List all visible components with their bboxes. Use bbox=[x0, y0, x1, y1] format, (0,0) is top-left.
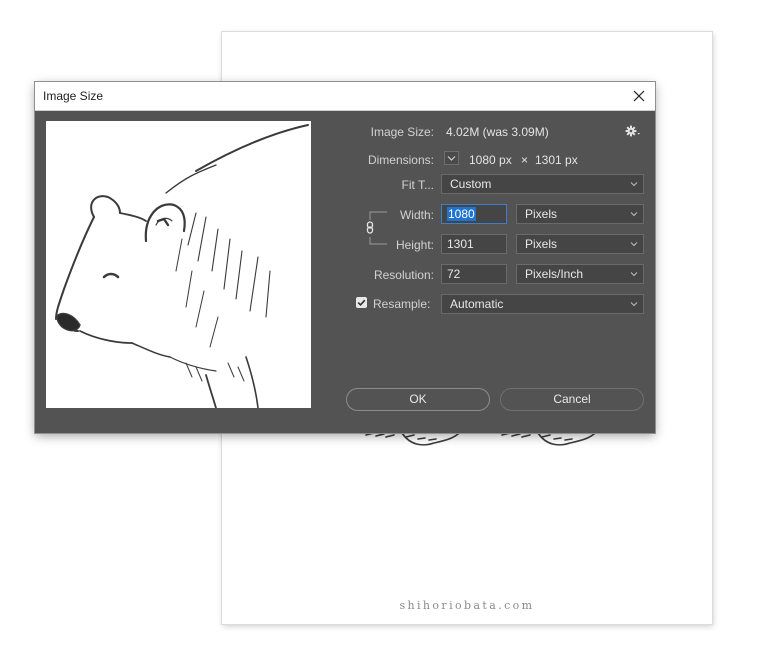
ok-button[interactable]: OK bbox=[346, 388, 490, 411]
dimensions-toggle[interactable] bbox=[444, 151, 459, 165]
resample-value: Automatic bbox=[450, 297, 504, 311]
fit-to-label: Fit T... bbox=[401, 178, 434, 192]
dimensions-label: Dimensions: bbox=[367, 153, 434, 167]
fit-to-dropdown[interactable]: Custom bbox=[441, 174, 644, 194]
height-unit: Pixels bbox=[525, 237, 558, 251]
width-unit: Pixels bbox=[525, 207, 558, 221]
height-input[interactable]: 1301 bbox=[441, 234, 507, 254]
height-value: 1301 bbox=[447, 237, 474, 251]
cancel-button[interactable]: Cancel bbox=[500, 388, 644, 411]
resolution-value: 72 bbox=[447, 267, 461, 281]
bear-paws-sketch bbox=[365, 427, 602, 446]
chevron-down-icon bbox=[630, 212, 638, 217]
height-unit-dropdown[interactable]: Pixels bbox=[516, 234, 644, 254]
checkmark-icon bbox=[357, 299, 366, 307]
chevron-down-icon bbox=[630, 242, 638, 247]
resample-dropdown[interactable]: Automatic bbox=[441, 294, 644, 314]
watermark-credit: shihoriobata.com bbox=[399, 599, 535, 612]
resolution-unit-dropdown[interactable]: Pixels/Inch bbox=[516, 264, 644, 284]
image-size-dialog: Image Size Image Size: 4.02M (was 3.09M)… bbox=[35, 82, 655, 433]
chevron-down-icon bbox=[630, 272, 638, 277]
resample-checkbox[interactable] bbox=[356, 297, 367, 308]
resolution-label: Resolution: bbox=[373, 268, 434, 282]
width-input[interactable]: 1080 bbox=[441, 204, 507, 224]
polar-bear-sketch bbox=[55, 124, 309, 408]
dimensions-height: 1301 px bbox=[535, 153, 578, 167]
resolution-unit: Pixels/Inch bbox=[525, 267, 584, 281]
dimensions-separator: × bbox=[521, 153, 529, 167]
width-value: 1080 bbox=[447, 207, 476, 221]
gear-icon[interactable] bbox=[625, 125, 641, 137]
resample-label: Resample: bbox=[373, 297, 431, 311]
width-unit-dropdown[interactable]: Pixels bbox=[516, 204, 644, 224]
width-label: Width: bbox=[399, 208, 434, 222]
height-label: Height: bbox=[395, 238, 434, 252]
dimensions-width: 1080 px bbox=[469, 153, 512, 167]
chevron-down-icon bbox=[630, 302, 638, 307]
dialog-titlebar[interactable]: Image Size bbox=[35, 82, 655, 111]
dialog-title: Image Size bbox=[43, 89, 104, 103]
fit-to-value: Custom bbox=[450, 177, 492, 191]
image-preview[interactable] bbox=[46, 121, 311, 408]
chevron-down-icon bbox=[630, 182, 638, 187]
close-button[interactable] bbox=[629, 86, 649, 106]
chevron-down-icon bbox=[447, 156, 456, 161]
close-icon bbox=[633, 90, 645, 102]
image-size-label: Image Size: bbox=[370, 125, 434, 139]
resolution-input[interactable]: 72 bbox=[441, 264, 507, 284]
image-size-value: 4.02M (was 3.09M) bbox=[446, 125, 549, 139]
